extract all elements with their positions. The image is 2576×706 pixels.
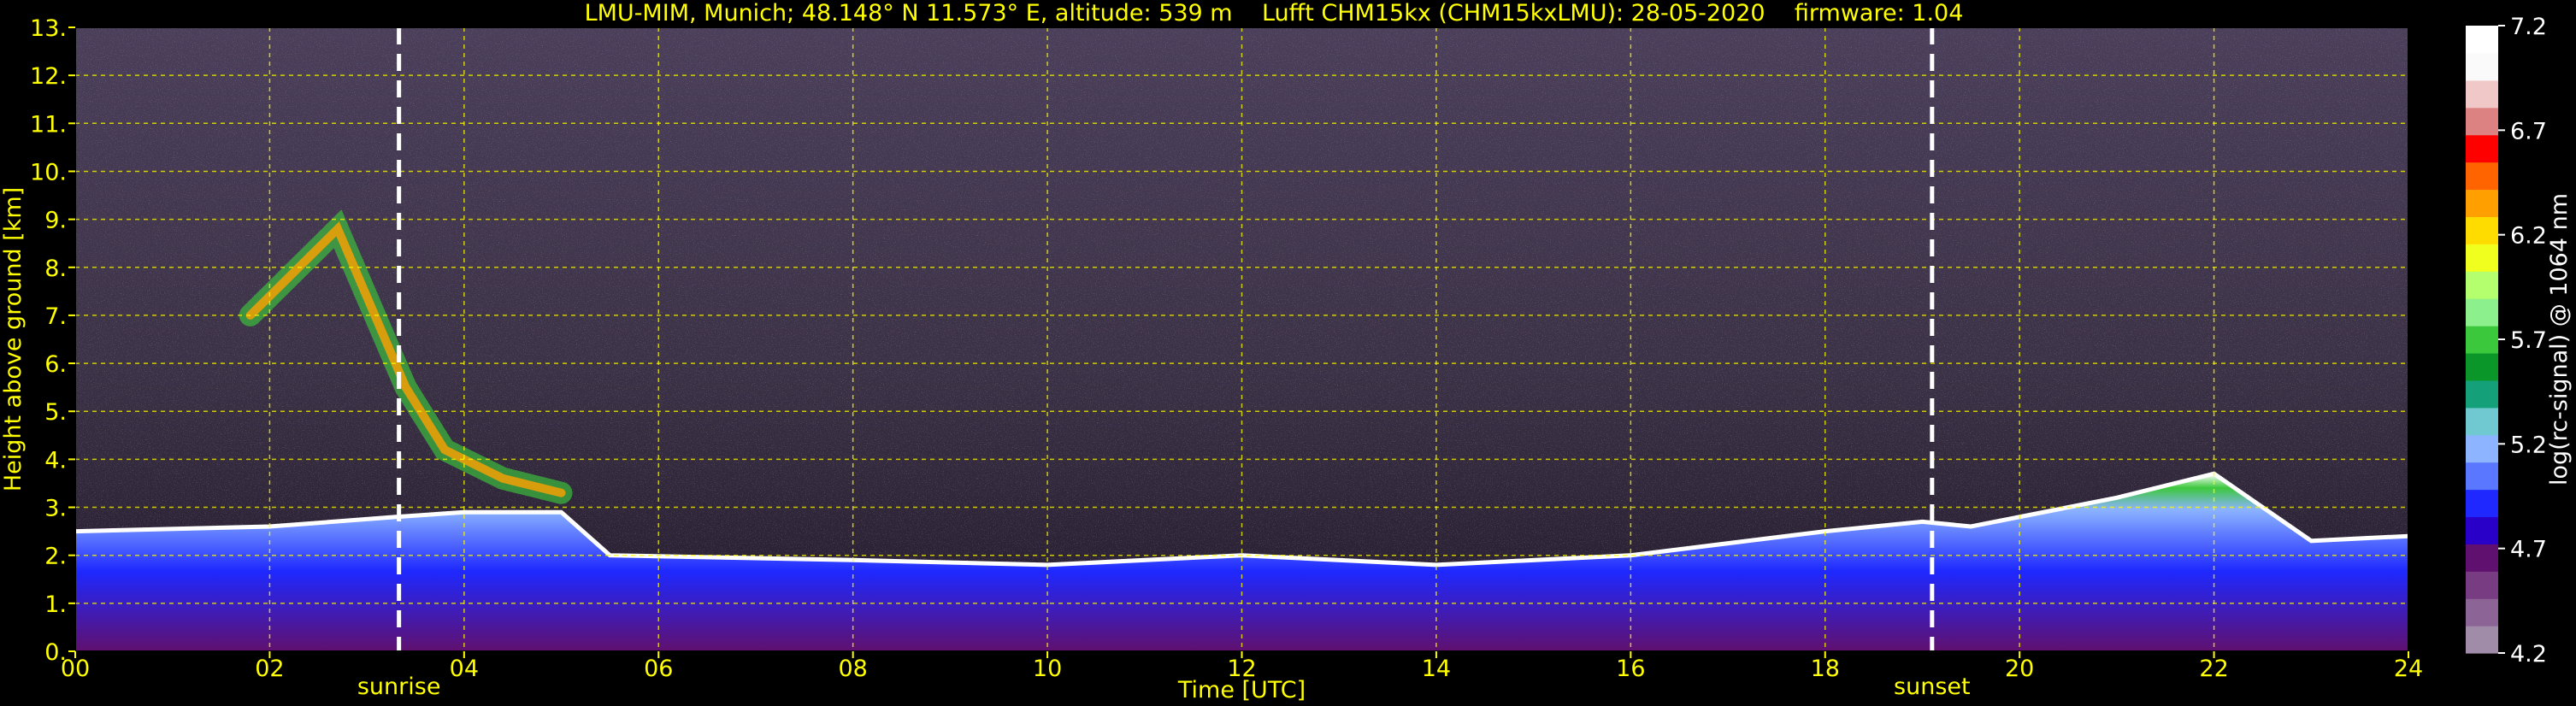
colorbar-segment [2466, 216, 2498, 244]
colorbar-segment [2466, 626, 2498, 654]
colorbar-segment [2466, 162, 2498, 191]
colorbar-label: log(rc-signal) @ 1064 nm [2546, 193, 2573, 485]
y-tick-label: 7. [44, 303, 67, 330]
ceilometer-chart: sunrise sunset 00 02 04 06 08 10 12 14 16 18 20 22 24… [0, 14, 2573, 703]
x-tick-label: 16 [1616, 656, 1645, 682]
colorbar-segment [2466, 462, 2498, 491]
colorbar-segment [2466, 571, 2498, 599]
sunrise-label: sunrise [357, 674, 441, 700]
colorbar-segment [2466, 134, 2498, 163]
colorbar-segment [2466, 26, 2498, 54]
y-tick-label: 0. [44, 639, 67, 666]
x-tick-label: 22 [2199, 656, 2228, 682]
colorbar-segment [2466, 79, 2498, 109]
y-tick-label: 2. [44, 544, 67, 570]
y-tick-label: 5. [44, 399, 67, 426]
colorbar-segment [2466, 107, 2498, 136]
x-tick-label: 08 [838, 656, 867, 682]
colorbar: 4.2 4.7 5.2 5.7 6.2 6.7 7.2 log(rc-signal) @ 10… [2466, 14, 2573, 668]
x-tick-label: 20 [2005, 656, 2034, 682]
colorbar-tick-label: 6.2 [2510, 223, 2547, 250]
colorbar-segment [2466, 244, 2498, 272]
colorbar-tick-label: 5.7 [2510, 327, 2547, 354]
y-tick-label: 8. [44, 256, 67, 282]
colorbar-tick-label: 7.2 [2510, 14, 2547, 40]
x-tick-label: 10 [1033, 656, 1062, 682]
y-tick-label: 3. [44, 496, 67, 522]
colorbar-segment [2466, 326, 2498, 354]
sunset-label: sunset [1894, 674, 1971, 700]
colorbar-segment [2466, 407, 2498, 436]
colorbar-tick-label: 4.2 [2510, 641, 2547, 668]
x-tick-label: 06 [644, 656, 673, 682]
x-tick-label: 24 [2394, 656, 2423, 682]
colorbar-segment [2466, 52, 2498, 81]
y-tick-label: 1. [44, 591, 67, 618]
x-tick-label: 04 [450, 656, 479, 682]
colorbar-segment [2466, 352, 2498, 381]
colorbar-segment [2466, 189, 2498, 217]
y-tick-label: 11. [30, 111, 67, 138]
y-tick-label: 4. [44, 447, 67, 474]
colorbar-segment [2466, 489, 2498, 518]
colorbar-segment [2466, 516, 2498, 544]
x-tick-label: 14 [1422, 656, 1451, 682]
colorbar-segment [2466, 271, 2498, 299]
y-tick-label: 10. [30, 159, 67, 185]
colorbar-segment [2466, 544, 2498, 572]
colorbar-segment [2466, 434, 2498, 463]
x-axis-label: Time [UTC] [1177, 677, 1306, 703]
y-axis-label: Height above ground [km] [0, 187, 27, 491]
colorbar-tick-label: 4.7 [2510, 537, 2547, 563]
colorbar-segment [2466, 298, 2498, 327]
y-tick-label: 9. [44, 208, 67, 234]
x-tick-label: 18 [1811, 656, 1840, 682]
colorbar-tick-label: 6.7 [2510, 118, 2547, 144]
x-tick-label: 02 [255, 656, 284, 682]
colorbar-segment [2466, 598, 2498, 627]
y-tick-label: 12. [30, 63, 67, 90]
y-tick-label: 6. [44, 351, 67, 378]
ceilometer-figure: LMU-MIM, Munich; 48.148° N 11.573° E, al… [0, 0, 2576, 706]
colorbar-tick-label: 5.2 [2510, 432, 2547, 458]
y-tick-label: 13. [30, 15, 67, 42]
colorbar-segment [2466, 379, 2498, 409]
